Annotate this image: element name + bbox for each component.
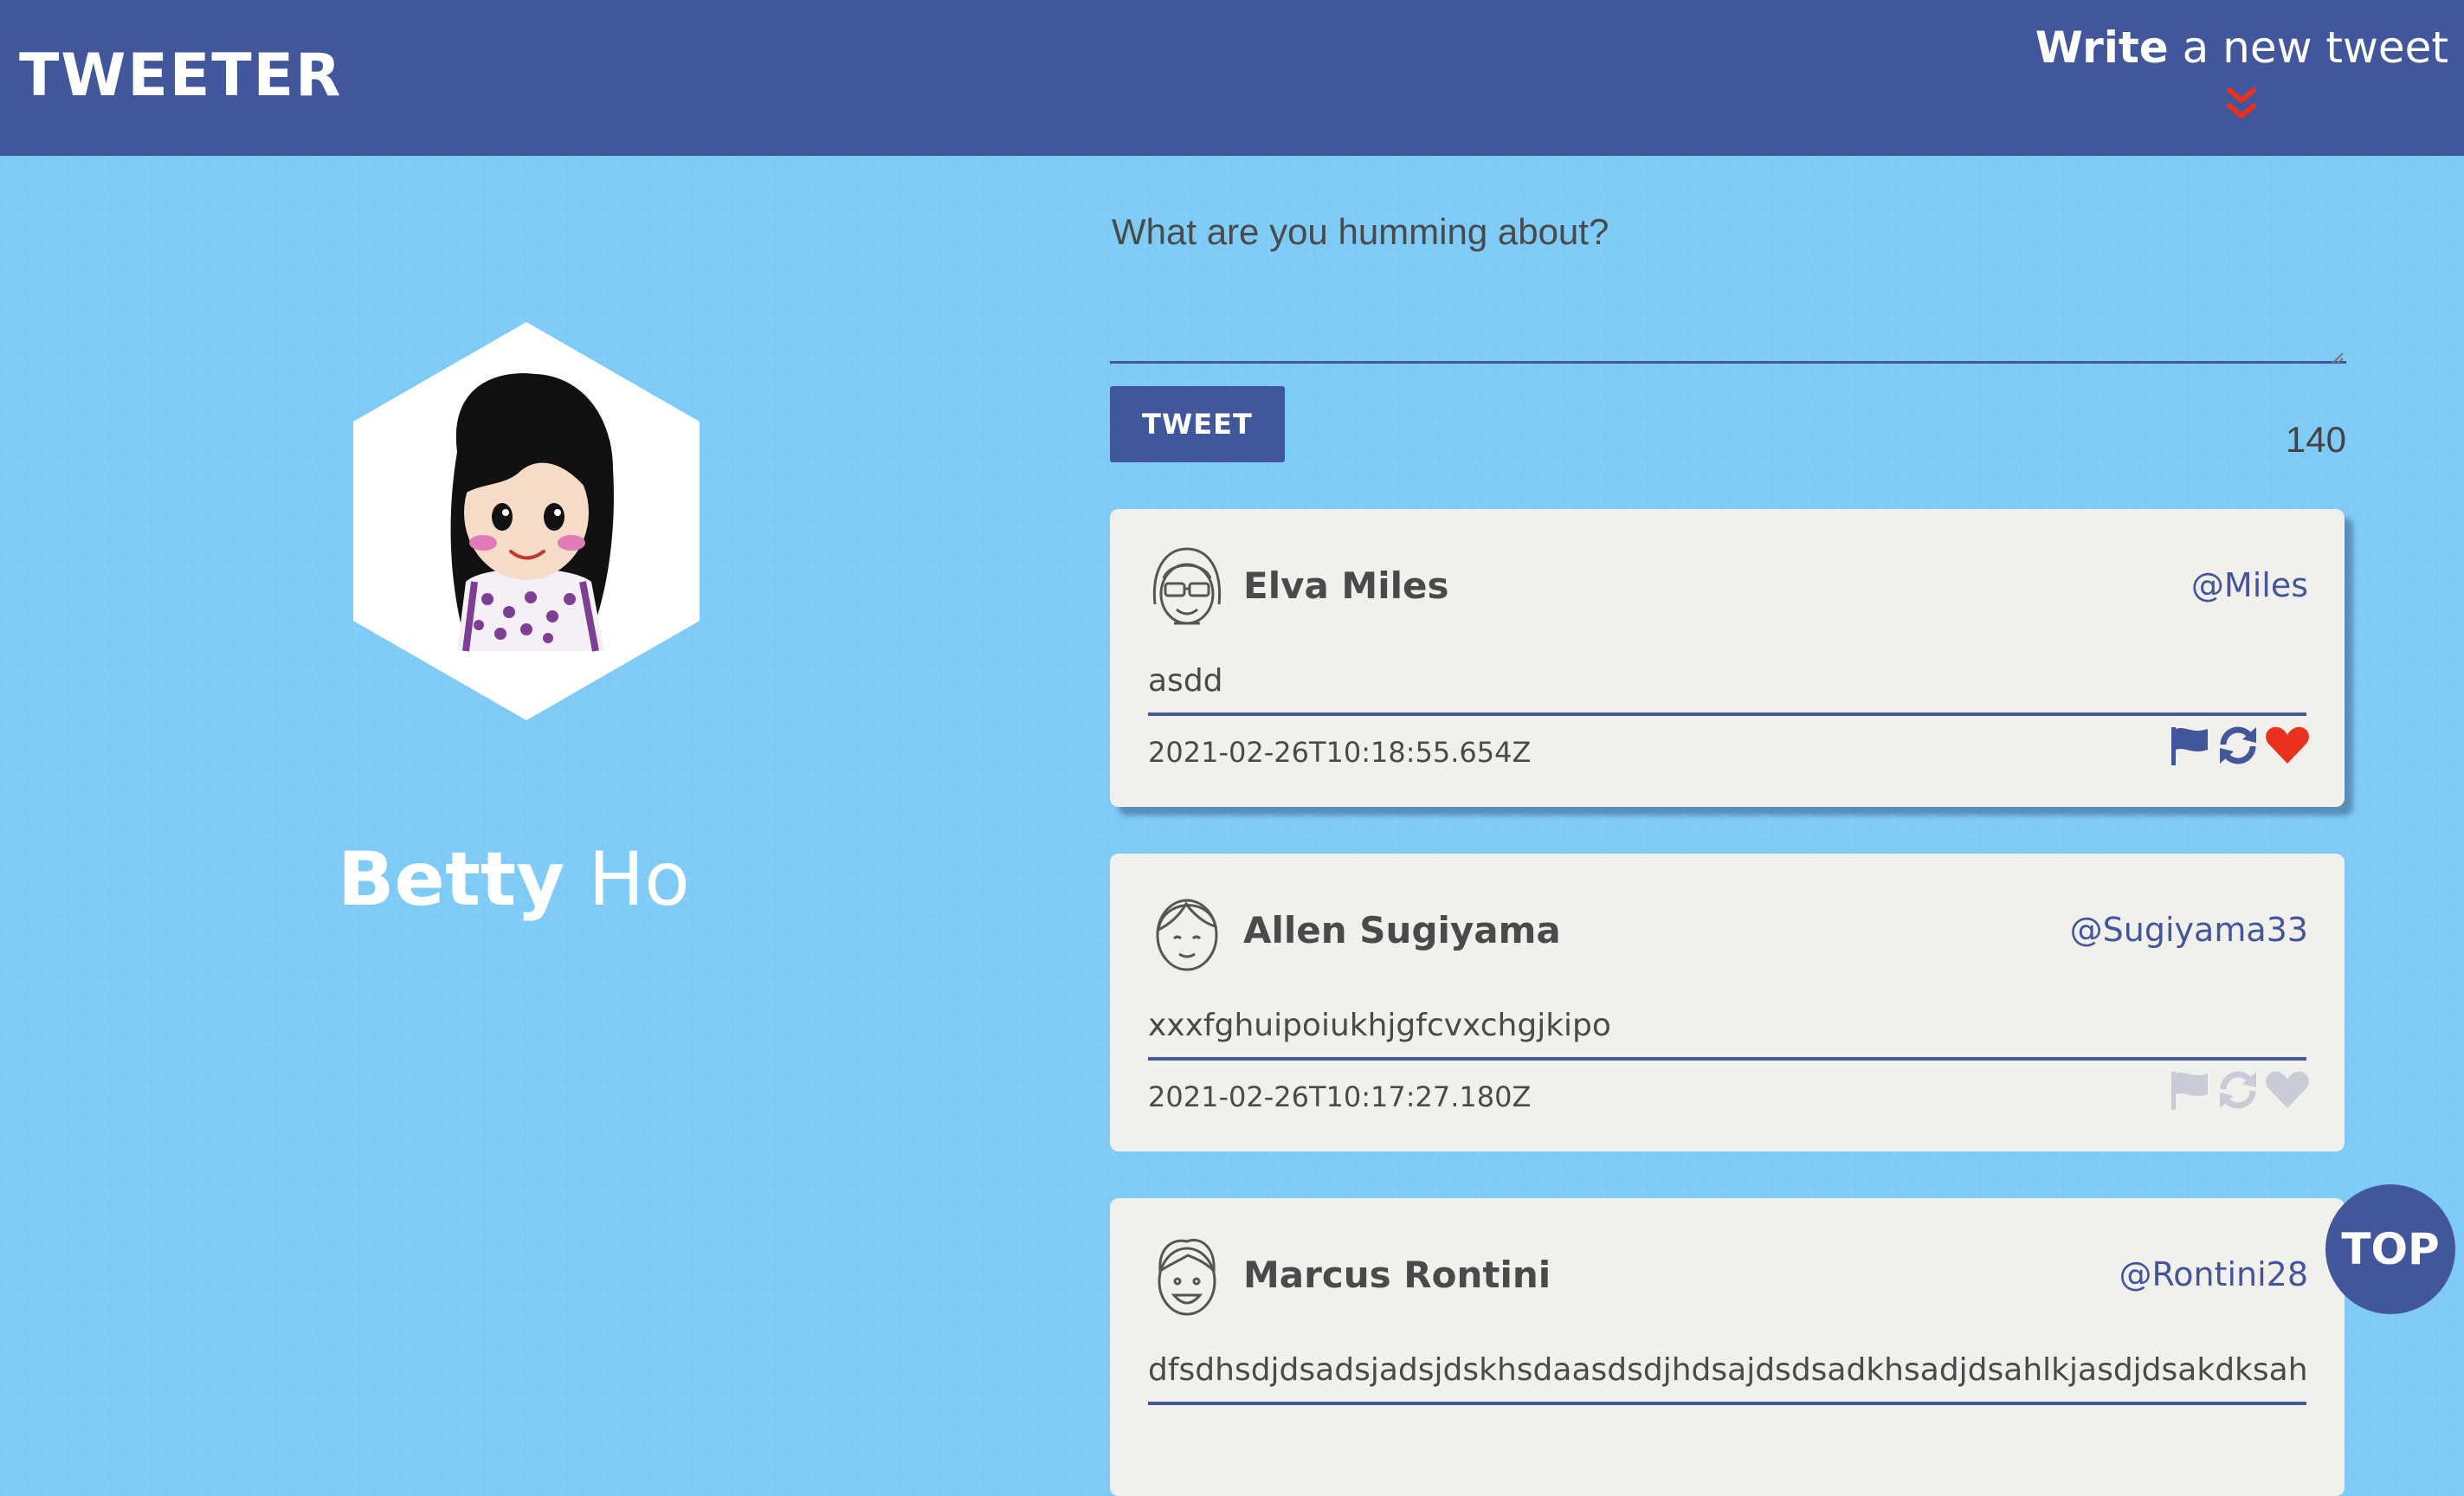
flag-icon[interactable] <box>2168 1070 2211 1110</box>
tweet-author-name: Elva Miles <box>1243 564 1449 607</box>
new-tweet-form: TWEET 140 <box>1110 199 2346 462</box>
character-counter: 140 <box>2285 419 2346 460</box>
retweet-icon[interactable] <box>2216 725 2260 765</box>
double-chevron-down-icon[interactable] <box>2224 85 2259 123</box>
tweet-content: asdd <box>1148 663 2306 716</box>
tweet-actions <box>2168 1070 2310 1110</box>
profile-name: Betty Ho <box>338 836 690 923</box>
tweet-timestamp: 2021-02-26T10:18:55.654Z <box>1148 736 1532 769</box>
tweet-button[interactable]: TWEET <box>1110 386 1285 462</box>
write-new-tweet-label[interactable]: Write a new tweet <box>2035 23 2448 73</box>
tweet-timestamp: 2021-02-26T10:17:27.180Z <box>1148 1080 1532 1113</box>
profile-first-name: Betty <box>338 836 565 923</box>
user-avatar-icon <box>1152 547 1222 625</box>
heart-icon[interactable] <box>2265 725 2310 765</box>
tweet-input[interactable] <box>1110 199 2346 364</box>
tweet-author-handle[interactable]: @Sugiyama33 <box>2070 911 2308 949</box>
retweet-icon[interactable] <box>2216 1070 2260 1110</box>
scroll-to-top-button[interactable]: TOP <box>2325 1184 2455 1314</box>
tweet-content: xxxfghuipoiukhjgfcvxchgjkipo <box>1148 1008 2306 1061</box>
tweet-card[interactable]: Elva Miles @Miles asdd 2021-02-26T10:18:… <box>1110 509 2345 807</box>
resize-grip-icon[interactable] <box>2331 351 2345 365</box>
tweet-card[interactable]: Allen Sugiyama @Sugiyama33 xxxfghuipoiuk… <box>1110 854 2345 1151</box>
heart-icon[interactable] <box>2265 1070 2310 1110</box>
flag-icon[interactable] <box>2168 725 2211 765</box>
tweet-author-handle[interactable]: @Rontini28 <box>2119 1255 2308 1293</box>
app-header: TWEETER Write a new tweet <box>0 0 2464 156</box>
write-new-tweet-toggle[interactable]: Write a new tweet <box>2035 23 2448 123</box>
write-label-bold: Write <box>2035 23 2169 73</box>
tweet-author-name: Marcus Rontini <box>1243 1254 1551 1296</box>
user-avatar-icon <box>1156 899 1218 971</box>
tweet-actions <box>2168 725 2310 765</box>
tweet-content: dfsdhsdjdsadsjadsjdskhsdaasdsdjhdsajdsds… <box>1148 1352 2306 1405</box>
profile-last-name: Ho <box>588 836 690 923</box>
app-logo[interactable]: TWEETER <box>19 42 343 110</box>
tweet-author-handle[interactable]: @Miles <box>2191 566 2308 604</box>
profile-avatar <box>353 322 700 720</box>
write-label-rest: a new tweet <box>2182 23 2448 73</box>
tweet-author-name: Allen Sugiyama <box>1243 909 1561 951</box>
user-avatar-icon <box>1158 1238 1216 1316</box>
tweet-card[interactable]: Marcus Rontini @Rontini28 dfsdhsdjdsadsj… <box>1110 1198 2345 1496</box>
